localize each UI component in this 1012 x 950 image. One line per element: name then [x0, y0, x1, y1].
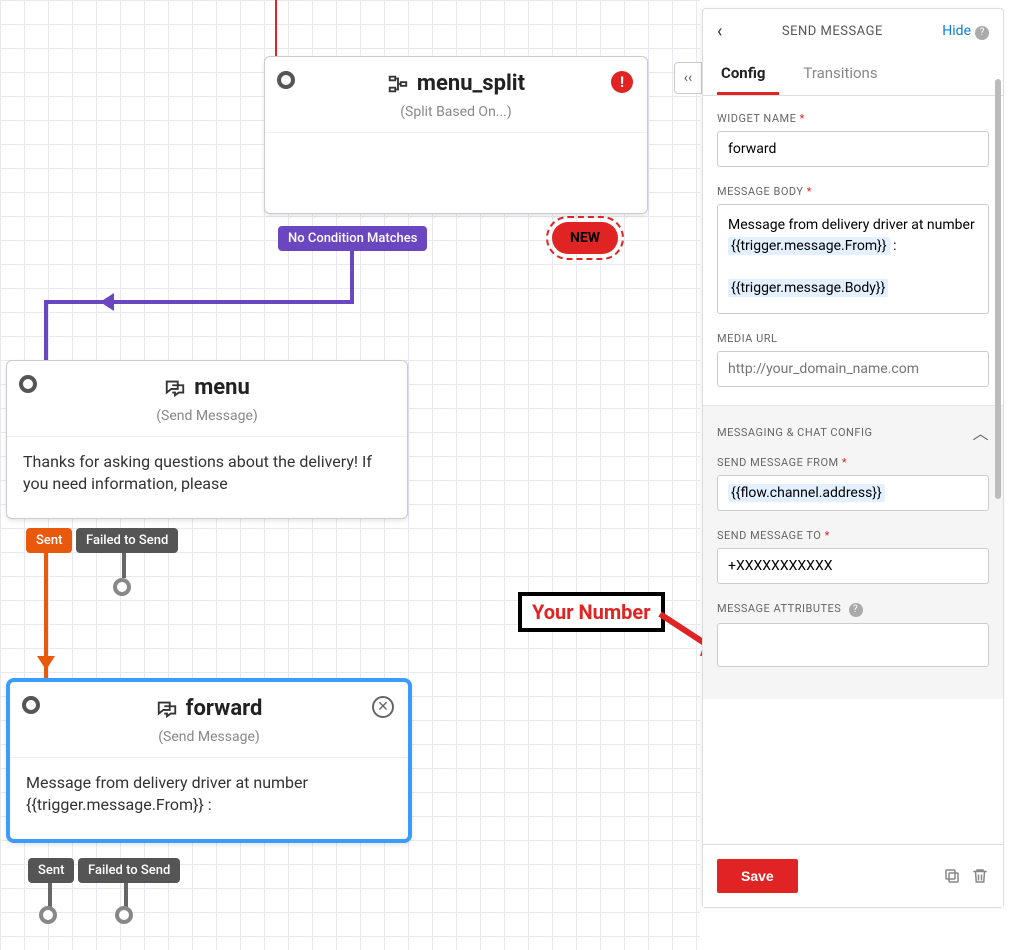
message-icon — [156, 698, 178, 720]
widget-menu-split[interactable]: menu_split ! (Split Based On...) — [264, 56, 648, 214]
panel-title: SEND MESSAGE — [722, 24, 942, 39]
pill-failed[interactable]: Failed to Send — [76, 528, 178, 553]
connector-line — [122, 552, 126, 578]
message-icon — [164, 377, 186, 399]
scrollbar[interactable] — [995, 79, 1001, 499]
trash-icon[interactable] — [971, 867, 989, 885]
widget-forward[interactable]: forward ✕ (Send Message) Message from de… — [6, 678, 412, 843]
send-from-input[interactable]: {{flow.channel.address}} — [717, 475, 989, 511]
flow-canvas[interactable]: menu_split ! (Split Based On...) No Cond… — [0, 0, 700, 950]
widget-subtitle: (Send Message) — [7, 408, 407, 437]
help-icon[interactable]: ? — [975, 26, 989, 40]
connector-line — [48, 882, 52, 908]
connector-dot[interactable] — [19, 375, 37, 393]
arrow-icon — [37, 656, 55, 670]
widget-title: menu — [164, 375, 250, 400]
connector-dot[interactable] — [39, 906, 57, 924]
annotation-label: Your Number — [518, 592, 665, 632]
widget-title: forward — [156, 696, 263, 721]
widget-subtitle: (Send Message) — [10, 729, 408, 758]
widget-subtitle: (Split Based On...) — [265, 104, 647, 133]
chevron-up-icon: ︿ — [972, 420, 989, 444]
section-messaging-config[interactable]: MESSAGING & CHAT CONFIG ︿ — [717, 420, 989, 456]
widget-menu[interactable]: menu (Send Message) Thanks for asking qu… — [6, 360, 408, 519]
panel-collapse-button[interactable]: ‹‹ — [674, 62, 702, 94]
hide-button[interactable]: Hide? — [942, 23, 989, 40]
connector-dot[interactable] — [115, 906, 133, 924]
connector-line — [44, 300, 354, 304]
pill-new: NEW — [552, 222, 618, 254]
connector-line — [275, 0, 277, 56]
widget-body: Message from delivery driver at number {… — [10, 758, 408, 839]
close-icon[interactable]: ✕ — [372, 696, 394, 718]
copy-icon[interactable] — [943, 867, 961, 885]
widget-body — [265, 133, 647, 213]
label-media-url: MEDIA URL — [717, 332, 989, 345]
message-body-input[interactable]: Message from delivery driver at number {… — [717, 204, 989, 314]
tab-config[interactable]: Config — [717, 54, 779, 95]
save-button[interactable]: Save — [717, 859, 798, 893]
pill-sent[interactable]: Sent — [28, 858, 74, 883]
label-attributes: MESSAGE ATTRIBUTES ? — [717, 602, 989, 617]
media-url-input[interactable] — [717, 351, 989, 387]
pill-failed[interactable]: Failed to Send — [78, 858, 180, 883]
send-to-input[interactable] — [717, 548, 989, 584]
properties-panel: ‹ SEND MESSAGE Hide? Config Transitions … — [702, 8, 1004, 908]
connector-line — [350, 250, 354, 302]
label-widget-name: WIDGET NAME * — [717, 112, 989, 125]
help-icon[interactable]: ? — [849, 603, 863, 617]
label-send-from: SEND MESSAGE FROM * — [717, 456, 989, 469]
connector-dot[interactable] — [113, 578, 131, 596]
arrow-icon — [100, 293, 114, 311]
connector-line — [44, 552, 48, 692]
widget-body: Thanks for asking questions about the de… — [7, 437, 407, 518]
widget-name-input[interactable] — [717, 131, 989, 167]
pill-new-wrap[interactable]: NEW — [546, 216, 624, 260]
pill-no-condition[interactable]: No Condition Matches — [278, 226, 427, 251]
pill-sent[interactable]: Sent — [26, 528, 72, 553]
widget-title: menu_split — [387, 71, 525, 96]
attributes-input[interactable] — [717, 623, 989, 667]
label-message-body: MESSAGE BODY * — [717, 185, 989, 198]
connector-dot[interactable] — [277, 71, 295, 89]
error-icon: ! — [611, 71, 633, 93]
connector-dot[interactable] — [22, 696, 40, 714]
split-icon — [387, 73, 409, 95]
connector-line — [124, 882, 128, 908]
tab-transitions[interactable]: Transitions — [799, 54, 891, 95]
label-send-to: SEND MESSAGE TO * — [717, 529, 989, 542]
